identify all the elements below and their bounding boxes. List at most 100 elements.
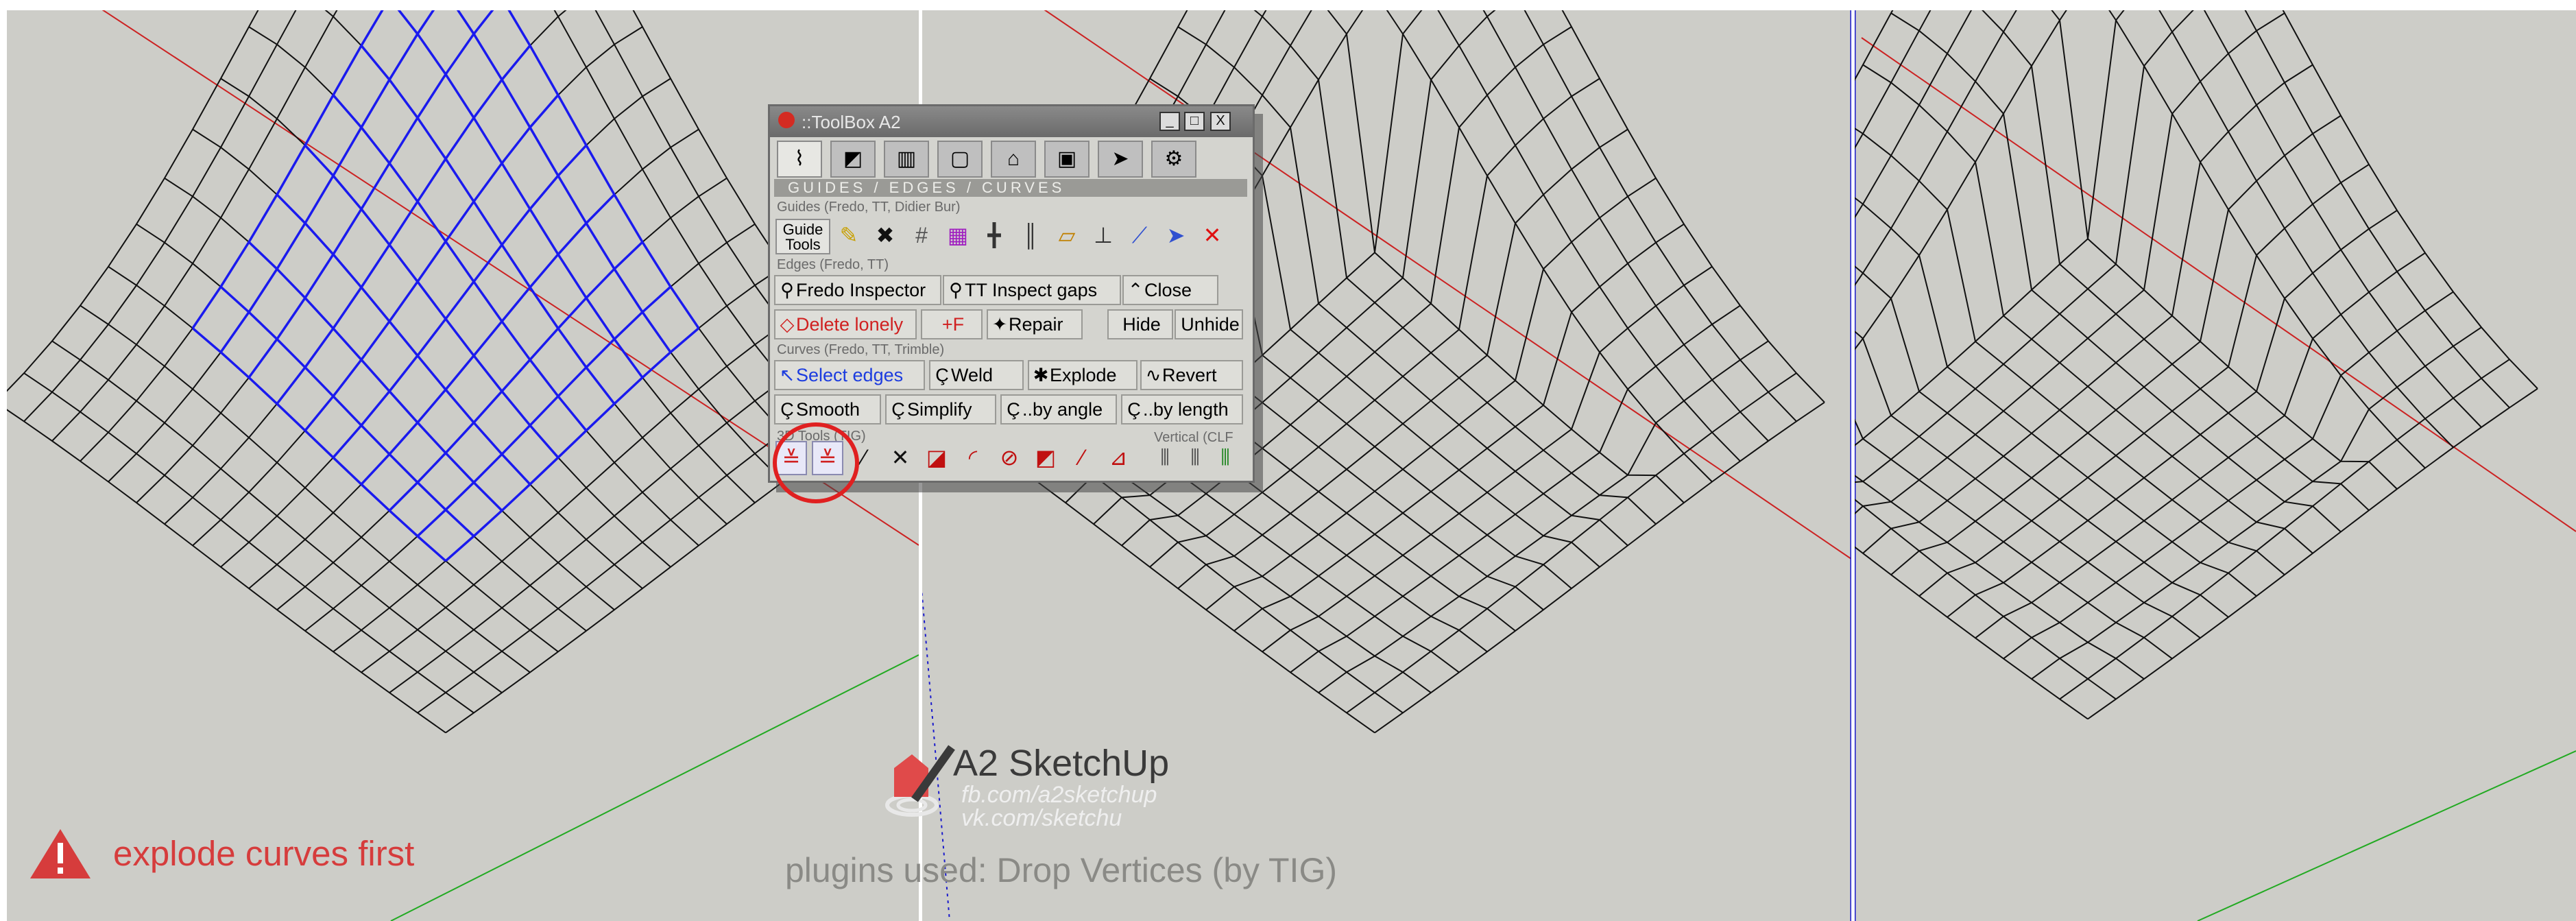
- box-slash-icon[interactable]: ◩: [1030, 441, 1061, 475]
- simplify-icon: Ç: [891, 399, 905, 420]
- mesh-edge: [1855, 331, 2201, 639]
- slash-base-icon[interactable]: ⊿: [1103, 441, 1134, 475]
- mesh-edge: [1318, 340, 1769, 693]
- image-icon[interactable]: ▣: [1044, 141, 1090, 178]
- guides-edges-icon[interactable]: ⌇: [777, 141, 822, 178]
- red-axis: [1861, 37, 2576, 532]
- selected-edge: [191, 10, 384, 329]
- stage: ::ToolBox A2 _ □ X ⌇ ◩ ▥ ▢ ⌂ ▣ ➤ ⚙ GUIDES / EDG…: [0, 0, 2576, 921]
- select-edges-label: Select edges: [796, 365, 904, 385]
- tape-measure-icon[interactable]: ✎: [833, 219, 865, 253]
- mesh-edge: [2051, 10, 2398, 490]
- select-edges-button[interactable]: ↖Select edges: [774, 360, 925, 390]
- circle-slash-icon[interactable]: ⊘: [994, 441, 1025, 475]
- warning-text: explode curves first: [113, 834, 415, 873]
- mesh-edge: [1855, 10, 1973, 219]
- vertical-3-icon[interactable]: ⦀: [1212, 441, 1239, 475]
- vertical-2-icon[interactable]: ⦀: [1181, 441, 1209, 475]
- vertical-guides-icon[interactable]: ║: [1015, 219, 1046, 253]
- line-guide-blue-icon[interactable]: ⟋: [1124, 219, 1155, 253]
- close-edges-label: Close: [1144, 280, 1192, 300]
- blue-cube-icon[interactable]: ◩: [830, 141, 876, 178]
- mesh-edge: [361, 304, 812, 673]
- mesh-edge: [2031, 326, 2482, 680]
- by-angle-button[interactable]: Ç ..by angle: [1000, 394, 1117, 424]
- close-edges-button[interactable]: ⌃Close: [1122, 275, 1218, 305]
- cross-guide-icon[interactable]: ╋: [978, 219, 1010, 253]
- mesh-edge: [1862, 64, 2313, 554]
- square-slash-icon[interactable]: ◪: [921, 441, 952, 475]
- by-length-button[interactable]: Ç ..by length: [1121, 394, 1243, 424]
- mesh-edge: [7, 409, 446, 734]
- curves-group-label: Curves (Fredo, TT, Trimble): [777, 342, 945, 357]
- plus-f-button[interactable]: +F: [921, 309, 983, 339]
- grid-icon[interactable]: #: [906, 219, 937, 253]
- viewport-right[interactable]: [1855, 10, 2576, 921]
- brand-vk-link[interactable]: vk.com/sketchu: [961, 805, 1122, 832]
- warning-triangle-icon: [30, 829, 91, 878]
- plugins-caption: plugins used: Drop Vertices (by TIG): [785, 851, 1337, 889]
- sketchup-logo-icon: [778, 112, 795, 128]
- mesh-edge: [1386, 10, 1713, 483]
- close-button[interactable]: X: [1210, 112, 1231, 131]
- delete-lonely-button[interactable]: ◇Delete lonely: [774, 309, 917, 339]
- mesh-edge: [248, 128, 699, 589]
- mesh-edge: [2244, 10, 2510, 409]
- plane-guide-icon[interactable]: ▱: [1051, 219, 1083, 253]
- highlight-circle: [773, 422, 859, 503]
- selected-edge: [397, 10, 644, 379]
- explode-icon: ✱: [1033, 365, 1049, 385]
- tt-inspect-gaps-button[interactable]: ⚲ TT Inspect gaps: [943, 275, 1121, 305]
- point-guide-icon[interactable]: ➤: [1160, 219, 1192, 253]
- fredo-inspector-label: Fredo Inspector: [796, 280, 926, 300]
- line-x-icon[interactable]: ✕: [884, 441, 916, 475]
- mesh-edge: [1327, 10, 1685, 503]
- delete-guides-icon[interactable]: ✖: [869, 219, 901, 253]
- explode-label: Explode: [1050, 365, 1117, 385]
- section-header: GUIDES / EDGES / CURVES: [774, 179, 1247, 197]
- weld-button[interactable]: Ç Weld: [929, 360, 1024, 390]
- repair-button[interactable]: ✦Repair: [987, 309, 1083, 339]
- mesh-edge: [1855, 418, 2173, 660]
- mesh-edge: [2282, 10, 2538, 390]
- simplify-button[interactable]: Ç Simplify: [885, 394, 996, 424]
- vertical-1-icon[interactable]: ⦀: [1151, 441, 1179, 475]
- revert-button[interactable]: ∿Revert: [1140, 360, 1243, 390]
- mesh-edge: [304, 223, 756, 632]
- slash-small-icon[interactable]: ⁄: [1066, 441, 1098, 475]
- explode-button[interactable]: ✱Explode: [1028, 360, 1137, 390]
- grid-purple-icon[interactable]: ▦: [942, 219, 974, 253]
- arc-slash-icon[interactable]: ◜: [957, 441, 989, 475]
- book-icon[interactable]: ▥: [884, 141, 929, 178]
- mesh-edge: [136, 223, 587, 632]
- maximize-button[interactable]: □: [1184, 112, 1205, 131]
- delete-lonely-label: Delete lonely: [796, 314, 904, 335]
- settings-icon[interactable]: ⚙: [1151, 141, 1196, 178]
- close-edge-icon: ⌃: [1127, 280, 1144, 300]
- select-edges-icon: ↖: [779, 365, 795, 385]
- mesh-edge: [23, 10, 297, 422]
- fredo-inspector-button[interactable]: ⚲ Fredo Inspector: [774, 275, 941, 305]
- unhide-button[interactable]: Unhide: [1175, 309, 1243, 339]
- revert-icon: ∿: [1145, 365, 1161, 385]
- layers-icon[interactable]: ▢: [937, 141, 983, 178]
- guide-tools-button[interactable]: Guide Tools: [775, 219, 830, 254]
- plane-cross-icon[interactable]: ⊥: [1087, 219, 1119, 253]
- mesh-edge: [51, 340, 503, 693]
- minimize-button[interactable]: _: [1159, 112, 1180, 131]
- mesh-edge: [1855, 10, 2017, 287]
- hide-button[interactable]: Hide: [1107, 309, 1173, 339]
- gaps-icon: ⚲: [949, 280, 963, 300]
- mesh-edge: [1482, 10, 1769, 442]
- cursor-icon[interactable]: ➤: [1098, 141, 1143, 178]
- repair-label: Repair: [1009, 314, 1063, 335]
- house-icon[interactable]: ⌂: [991, 141, 1036, 178]
- toolbox-titlebar[interactable]: ::ToolBox A2 _ □ X: [770, 106, 1253, 137]
- weld-label: Weld: [951, 365, 994, 385]
- mesh-edge: [1975, 252, 2426, 639]
- mesh-edge: [80, 304, 531, 673]
- weld-icon: Ç: [935, 365, 949, 385]
- delete-red-icon[interactable]: ✕: [1196, 219, 1228, 253]
- selected-edge: [304, 94, 559, 432]
- mesh-edge: [1982, 10, 2370, 511]
